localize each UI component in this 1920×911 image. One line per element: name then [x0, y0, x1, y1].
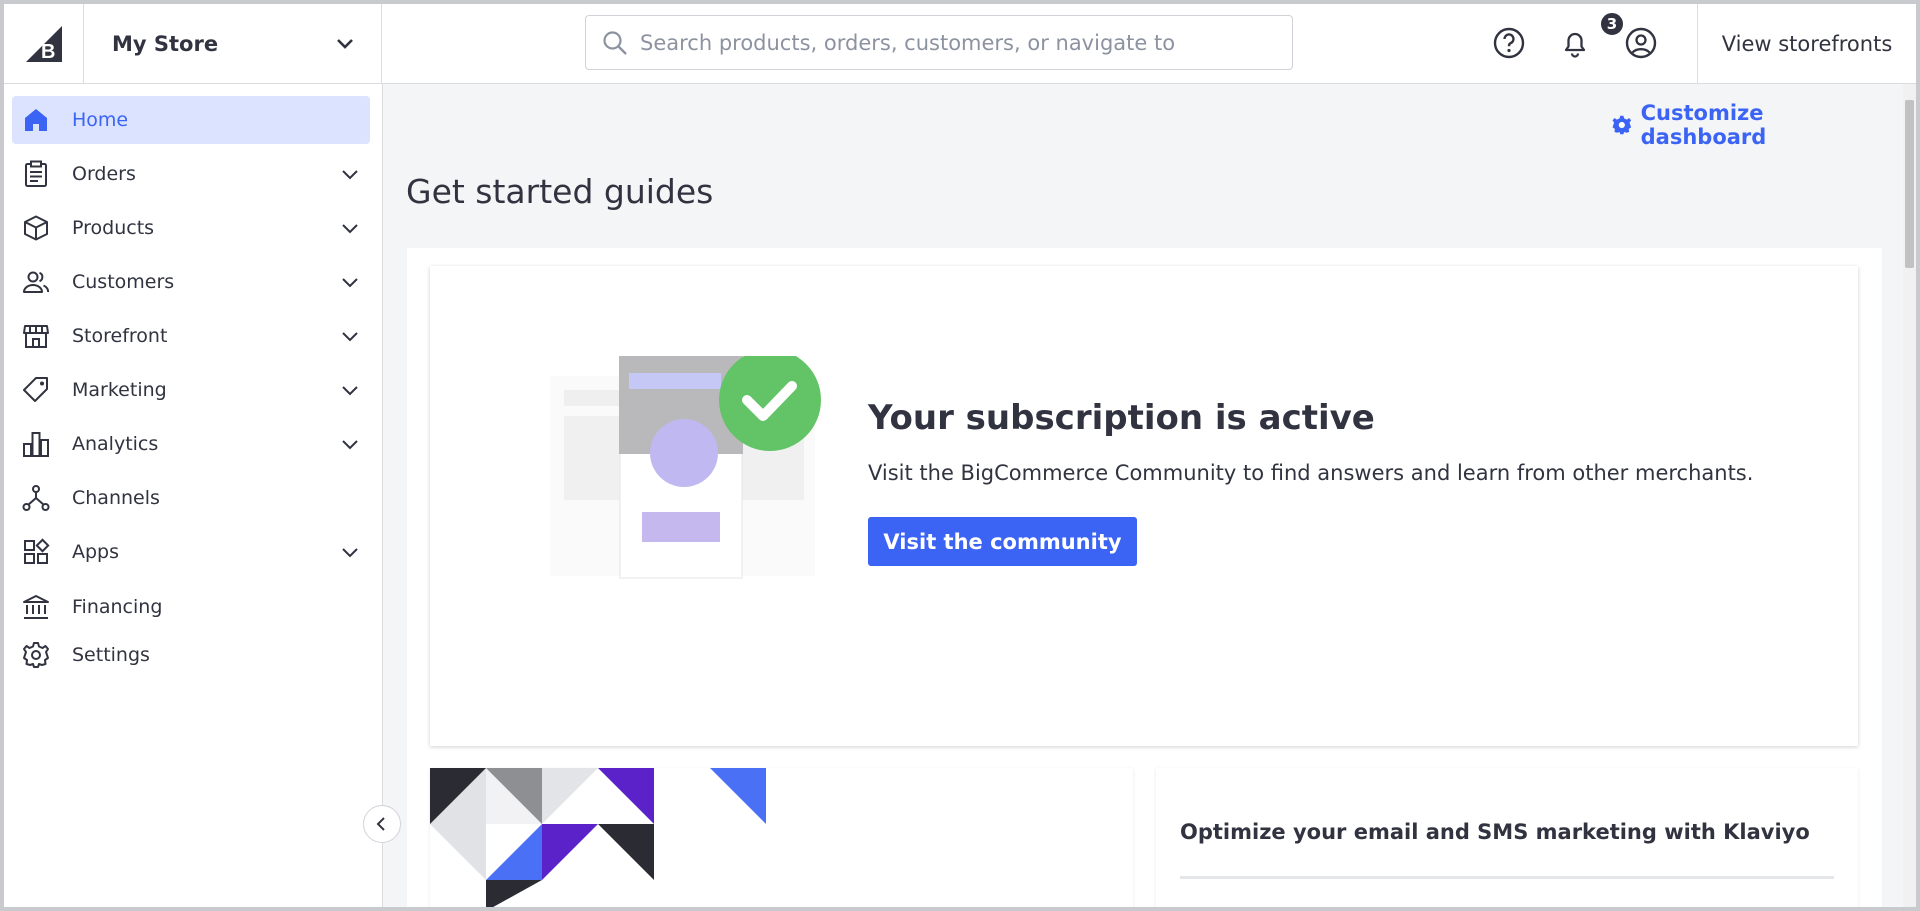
sidebar-item-label: Apps — [72, 541, 120, 563]
customers-icon — [23, 271, 50, 293]
sidebar-item-marketing[interactable]: Marketing — [12, 366, 370, 414]
sidebar-item-products[interactable]: Products — [12, 204, 370, 252]
sidebar-item-label: Products — [72, 217, 155, 239]
orders-icon — [25, 160, 47, 187]
gear-icon — [1612, 115, 1632, 135]
account-icon[interactable] — [1623, 25, 1659, 61]
sidebar: Home Orders Products Customers Storefron… — [4, 84, 383, 907]
sidebar-item-customers[interactable]: Customers — [12, 258, 370, 306]
search-input[interactable] — [640, 30, 1280, 55]
notification-count-badge: 3 — [1599, 11, 1625, 37]
klaviyo-card: Optimize your email and SMS marketing wi… — [1156, 768, 1858, 911]
sidebar-item-orders[interactable]: Orders — [12, 150, 370, 198]
sidebar-item-label: Home — [72, 109, 129, 131]
chevron-left-icon — [376, 817, 385, 831]
chevron-down-icon — [337, 39, 353, 49]
geometric-pattern-graphic — [430, 768, 766, 911]
search-icon — [603, 30, 627, 55]
sidebar-item-label: Analytics — [72, 433, 159, 455]
customize-dashboard-label: Customize dashboard — [1640, 101, 1767, 149]
bank-icon — [23, 595, 49, 619]
notifications-bell-icon[interactable] — [1557, 25, 1593, 61]
analytics-icon — [23, 432, 49, 457]
sidebar-item-settings[interactable]: Settings — [12, 631, 370, 679]
klaviyo-card-title: Optimize your email and SMS marketing wi… — [1180, 820, 1810, 844]
subscription-illustration — [550, 356, 821, 579]
chevron-down-icon — [342, 386, 358, 396]
subscription-card — [430, 266, 1858, 746]
collapse-sidebar-button[interactable] — [363, 805, 401, 843]
sidebar-item-analytics[interactable]: Analytics — [12, 420, 370, 468]
sidebar-item-channels[interactable]: Channels — [12, 474, 370, 522]
sidebar-item-label: Settings — [72, 644, 150, 666]
channels-icon — [22, 485, 50, 511]
search-box[interactable] — [585, 15, 1293, 70]
sidebar-item-home[interactable]: Home — [12, 96, 370, 144]
svg-text:B: B — [41, 41, 55, 63]
products-icon — [24, 215, 48, 241]
gear-icon — [23, 642, 49, 668]
sidebar-item-label: Channels — [72, 487, 160, 509]
chevron-down-icon — [342, 170, 358, 180]
page-title: Get started guides — [406, 172, 714, 211]
subscription-title: Your subscription is active — [868, 398, 1375, 438]
chevron-down-icon — [342, 278, 358, 288]
bigcommerce-logo[interactable]: B — [4, 4, 84, 84]
chevron-down-icon — [342, 224, 358, 234]
divider — [1180, 876, 1834, 879]
tag-icon — [23, 377, 48, 402]
help-icon[interactable] — [1491, 25, 1527, 61]
customize-dashboard-button[interactable]: Customize dashboard — [1611, 101, 1920, 149]
sidebar-item-financing[interactable]: Financing — [12, 583, 370, 631]
sidebar-item-label: Marketing — [72, 379, 167, 401]
chevron-down-icon — [342, 440, 358, 450]
sidebar-item-apps[interactable]: Apps — [12, 528, 370, 576]
apps-icon — [24, 538, 50, 564]
chevron-down-icon — [342, 332, 358, 342]
scrollbar-thumb[interactable] — [1905, 100, 1914, 268]
visit-community-button[interactable]: Visit the community — [868, 517, 1137, 566]
sidebar-item-label: Orders — [72, 163, 136, 185]
home-icon — [25, 109, 47, 131]
sidebar-item-label: Financing — [72, 596, 163, 618]
promo-card-left — [430, 768, 1133, 911]
store-name: My Store — [112, 32, 219, 56]
sidebar-item-storefront[interactable]: Storefront — [12, 312, 370, 360]
subscription-description: Visit the BigCommerce Community to find … — [868, 461, 1754, 485]
sidebar-item-label: Storefront — [72, 325, 168, 347]
top-bar: B My Store 3 View stor — [4, 4, 1916, 84]
storefront-icon — [23, 325, 49, 348]
chevron-down-icon — [342, 548, 358, 558]
sidebar-item-label: Customers — [72, 271, 175, 293]
store-switcher[interactable]: My Store — [84, 4, 382, 84]
view-storefronts-button[interactable]: View storefronts — [1697, 4, 1916, 84]
